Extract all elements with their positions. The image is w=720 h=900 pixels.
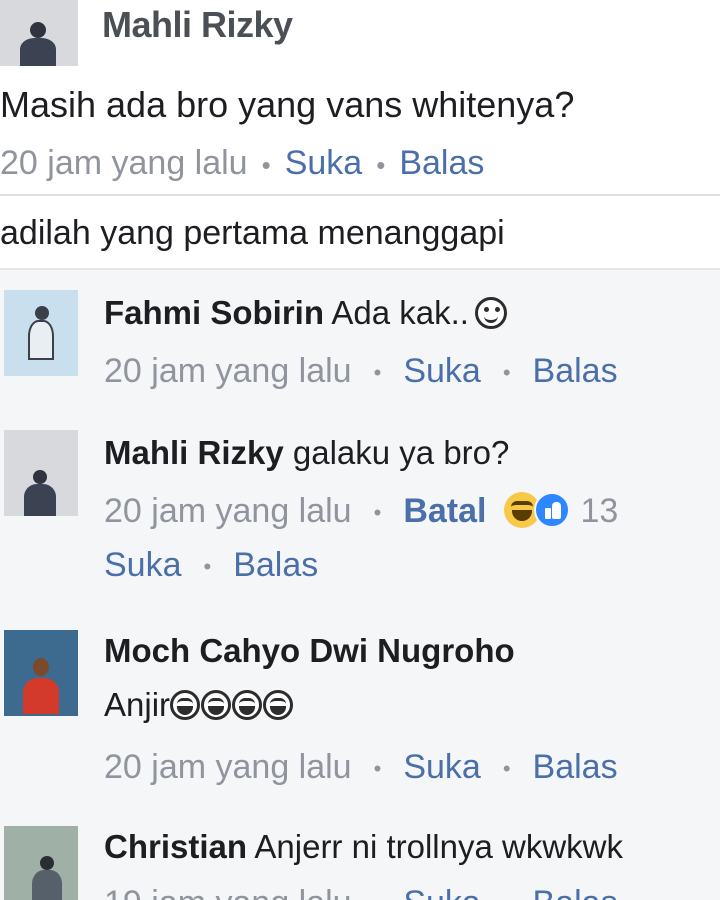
reply-text-line: Anjir bbox=[104, 686, 294, 724]
separator-dot: • bbox=[203, 554, 212, 580]
laugh-icon bbox=[170, 690, 201, 720]
reply-text: Anjir bbox=[104, 686, 171, 723]
separator-dot: • bbox=[503, 892, 511, 900]
like-reaction-icon[interactable] bbox=[534, 492, 571, 528]
replies-section: Fahmi Sobirin Ada kak.. 20 jam yang lalu… bbox=[0, 268, 720, 900]
reply-avatar[interactable] bbox=[4, 630, 78, 716]
reply-like-button[interactable]: Suka bbox=[104, 546, 182, 584]
reply-unlike-button[interactable]: Batal bbox=[403, 492, 486, 530]
reply-meta: 20 jam yang lalu • Batal 13 bbox=[104, 492, 618, 531]
separator-dot: • bbox=[261, 149, 271, 180]
smile-icon bbox=[474, 297, 507, 329]
person-body-icon bbox=[32, 870, 62, 900]
separator-dot: • bbox=[376, 149, 386, 180]
reply-meta: 20 jam yang lalu • Suka • Balas bbox=[104, 352, 618, 391]
reply-text: Ada kak.. bbox=[331, 294, 469, 331]
reply-timestamp[interactable]: 20 jam yang lalu bbox=[104, 492, 352, 530]
laugh-icon bbox=[201, 690, 232, 720]
reaction-count[interactable]: 13 bbox=[580, 492, 618, 530]
reply-avatar[interactable] bbox=[4, 430, 78, 516]
reply-timestamp[interactable]: 19 jam yang lalu bbox=[104, 884, 352, 900]
person-icon bbox=[33, 658, 49, 676]
person-icon bbox=[33, 470, 47, 484]
post-like-button[interactable]: Suka bbox=[285, 144, 363, 182]
post-reply-button[interactable]: Balas bbox=[399, 144, 484, 182]
reply-author-name[interactable]: Fahmi Sobirin bbox=[104, 294, 324, 331]
first-reply-prompt[interactable]: adilah yang pertama menanggapi bbox=[0, 214, 505, 253]
post-timestamp[interactable]: 20 jam yang lalu bbox=[0, 144, 248, 182]
separator-dot: • bbox=[502, 756, 511, 782]
person-icon bbox=[30, 22, 46, 38]
reply-author-name[interactable]: Moch Cahyo Dwi Nugroho bbox=[104, 632, 515, 669]
person-body-icon bbox=[28, 320, 54, 360]
person-icon bbox=[40, 856, 54, 870]
reply-author-name[interactable]: Christian bbox=[104, 828, 247, 865]
reply-reply-button[interactable]: Balas bbox=[533, 352, 618, 390]
laugh-icon bbox=[263, 690, 294, 720]
post-author-avatar[interactable] bbox=[0, 0, 78, 66]
reply-like-button[interactable]: Suka bbox=[403, 352, 481, 390]
reply-timestamp[interactable]: 20 jam yang lalu bbox=[104, 352, 352, 390]
person-body-icon bbox=[20, 38, 56, 66]
reply-item: Fahmi Sobirin Ada kak.. 20 jam yang lalu… bbox=[0, 290, 720, 420]
reply-avatar[interactable] bbox=[4, 826, 78, 900]
post-meta: 20 jam yang lalu • Suka • Balas bbox=[0, 144, 484, 183]
reply-content: Mahli Rizky galaku ya bro? bbox=[104, 434, 509, 472]
reply-content: Fahmi Sobirin Ada kak.. bbox=[104, 294, 507, 332]
divider bbox=[0, 194, 720, 196]
laugh-icon bbox=[232, 690, 263, 720]
person-icon bbox=[35, 306, 49, 320]
reply-author-name[interactable]: Mahli Rizky bbox=[104, 434, 284, 471]
separator-dot: • bbox=[374, 892, 382, 900]
reply-item: Moch Cahyo Dwi Nugroho Anjir 20 jam yang… bbox=[0, 630, 720, 810]
reply-item: Mahli Rizky galaku ya bro? 20 jam yang l… bbox=[0, 430, 720, 610]
post-author-name[interactable]: Mahli Rizky bbox=[102, 4, 293, 46]
reply-timestamp[interactable]: 20 jam yang lalu bbox=[104, 748, 352, 786]
post-header: Mahli Rizky bbox=[0, 0, 720, 68]
reply-text: galaku ya bro? bbox=[292, 434, 510, 471]
reply-reply-button[interactable]: Balas bbox=[533, 884, 618, 900]
reply-text: Anjerr ni trollnya wkwkwk bbox=[254, 828, 623, 865]
reply-like-button[interactable]: Suka bbox=[403, 884, 481, 900]
reply-meta-secondary: Suka • Balas bbox=[104, 546, 318, 585]
reply-reply-button[interactable]: Balas bbox=[233, 546, 318, 584]
reply-item: Christian Anjerr ni trollnya wkwkwk 19 j… bbox=[0, 826, 720, 900]
reply-reply-button[interactable]: Balas bbox=[533, 748, 618, 786]
reply-like-button[interactable]: Suka bbox=[403, 748, 481, 786]
reply-avatar[interactable] bbox=[4, 290, 78, 376]
person-body-icon bbox=[23, 678, 59, 714]
separator-dot: • bbox=[373, 500, 382, 526]
separator-dot: • bbox=[373, 756, 382, 782]
reply-meta: 20 jam yang lalu • Suka • Balas bbox=[104, 748, 618, 787]
reply-meta: 19 jam yang lalu • Suka • Balas bbox=[104, 884, 618, 900]
reply-content: Moch Cahyo Dwi Nugroho bbox=[104, 632, 515, 670]
separator-dot: • bbox=[373, 360, 382, 386]
post-text: Masih ada bro yang vans whitenya? bbox=[0, 84, 575, 125]
separator-dot: • bbox=[502, 360, 511, 386]
reply-content: Christian Anjerr ni trollnya wkwkwk bbox=[104, 828, 623, 866]
person-body-icon bbox=[24, 484, 56, 516]
